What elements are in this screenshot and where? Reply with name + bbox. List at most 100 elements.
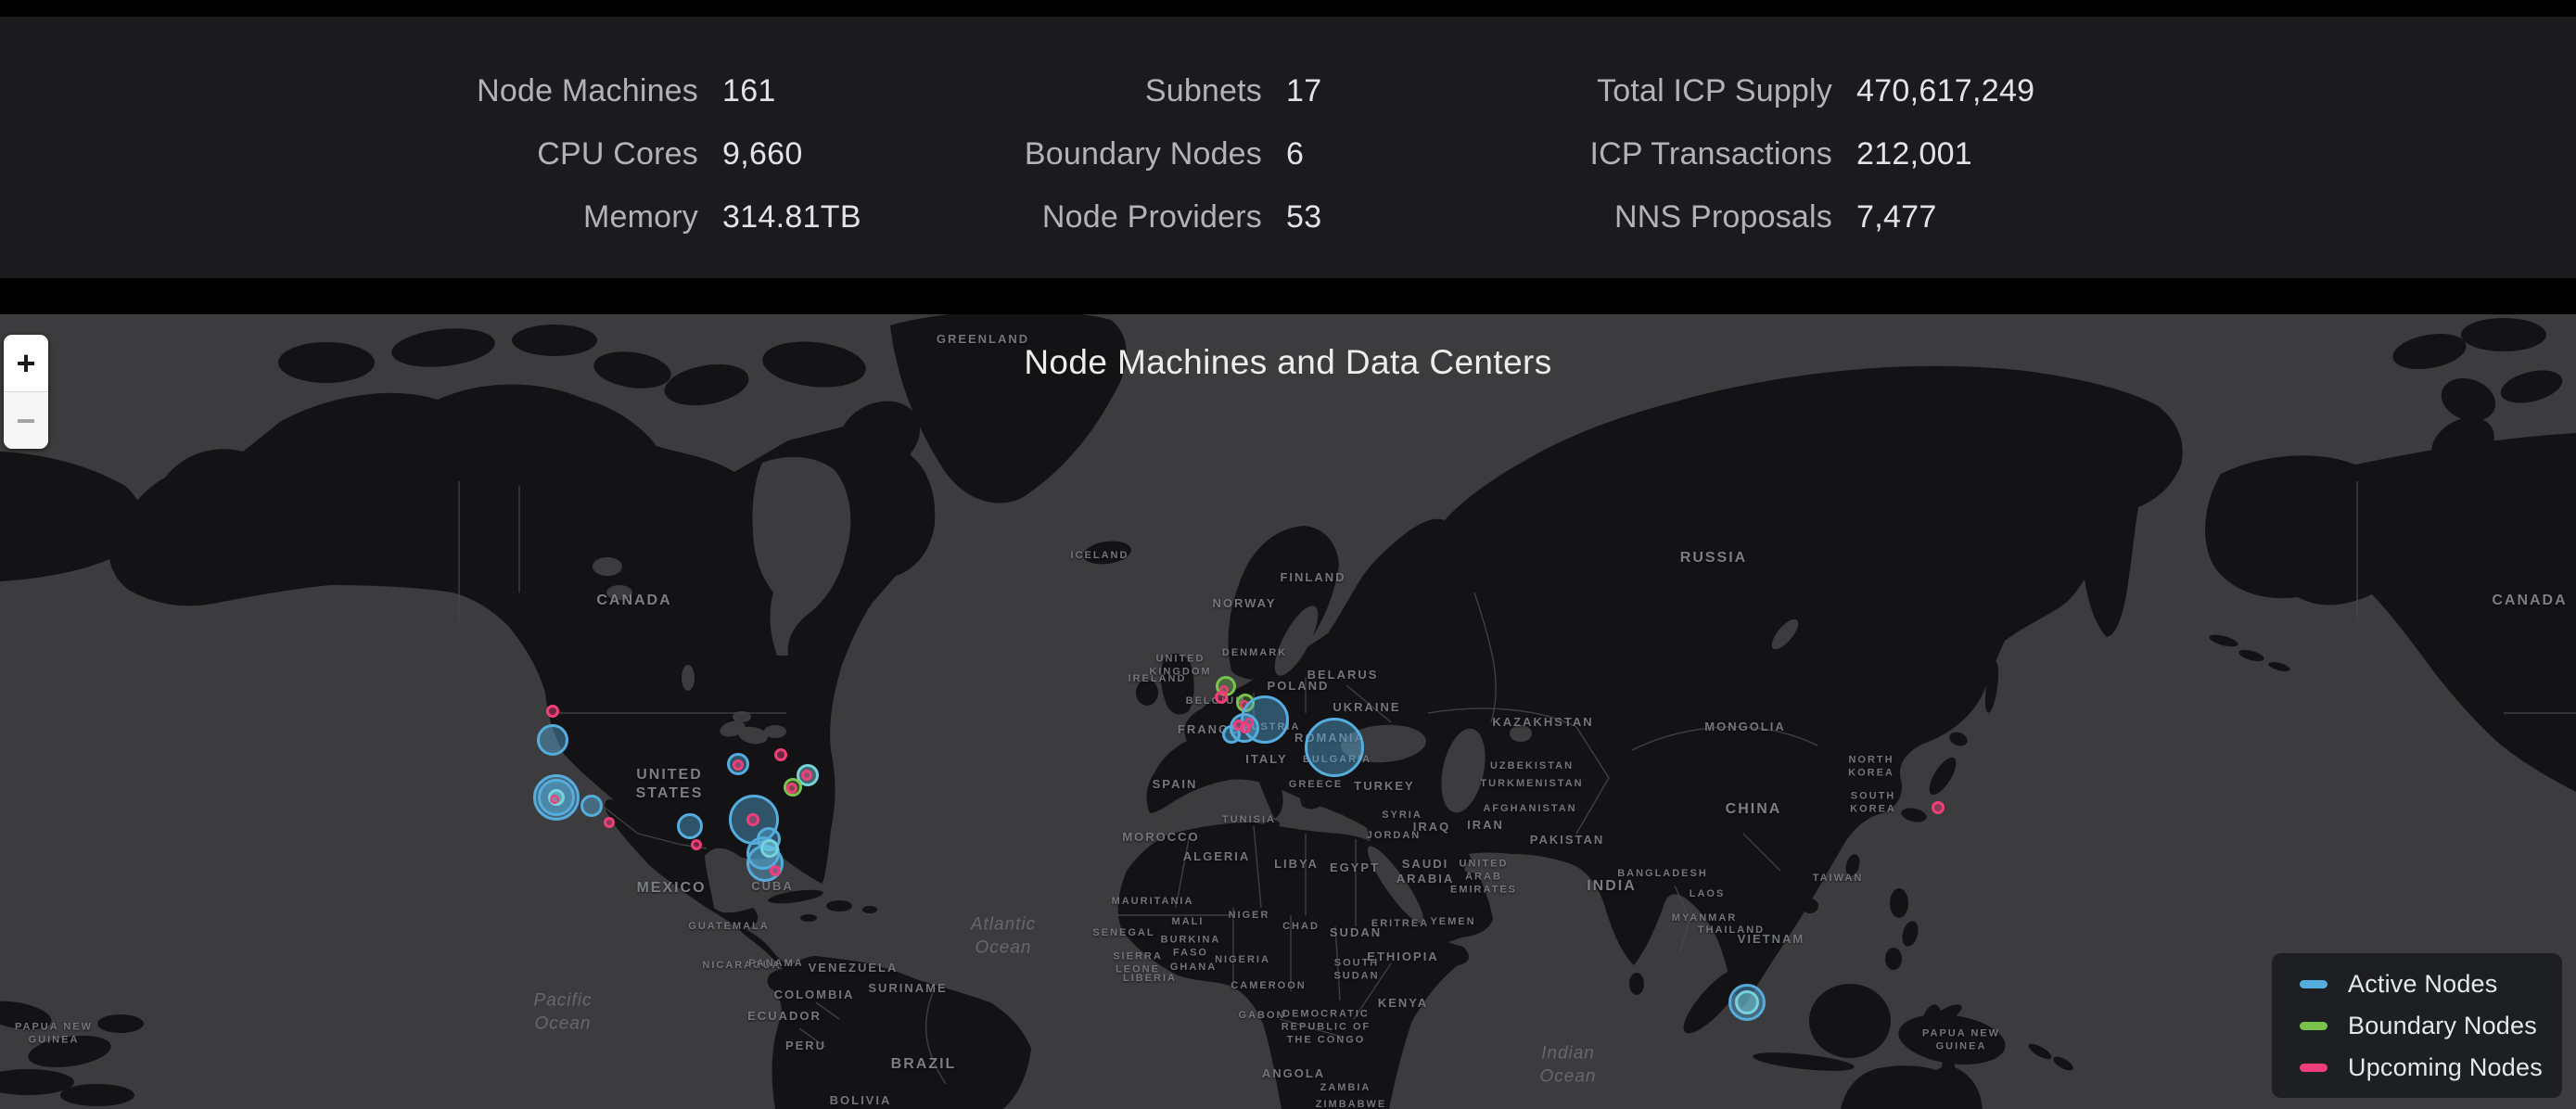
country-label: GABON (1239, 1010, 1286, 1023)
country-label: ZAMBIA (1320, 1082, 1371, 1095)
network-stats-panel: Node Machines 161 CPU Cores9,660Memory314.… (0, 17, 2576, 278)
world-map[interactable]: Node Machines and Data Centers + − GREEN… (0, 314, 2576, 1109)
upcoming-node-bubble[interactable] (733, 759, 744, 771)
stat-label: Subnets (798, 73, 1262, 109)
country-label: PAKISTAN (1530, 833, 1605, 848)
stat-label: ICP Transactions (1369, 136, 1832, 172)
country-label: CAMEROON (1231, 980, 1306, 993)
stat-label: Node Providers (798, 199, 1262, 236)
stat-value: 6 (1286, 136, 1304, 172)
stat-value: 161 (722, 73, 776, 109)
stat-label: Memory (235, 199, 698, 236)
country-label: FINLAND (1280, 570, 1345, 585)
active-node-bubble[interactable] (537, 724, 568, 756)
country-label: COLOMBIA (774, 988, 855, 1002)
country-label: TURKEY (1354, 779, 1414, 794)
country-label: ETHIOPIA (1367, 950, 1438, 964)
country-label: KENYA (1378, 996, 1428, 1011)
stat-value: 470,617,249 (1856, 73, 2034, 109)
stat-label: NNS Proposals (1369, 199, 1832, 236)
map-title: Node Machines and Data Centers (0, 343, 2576, 382)
country-label: ITALY (1245, 752, 1287, 767)
country-label: UNITED KINGDOM (1149, 653, 1211, 679)
upcoming-node-bubble[interactable] (1932, 801, 1945, 814)
country-label: GUATEMALA (688, 921, 769, 934)
upcoming-node-bubble[interactable] (1215, 691, 1228, 704)
country-label: BOLIVIA (830, 1093, 892, 1108)
country-label: KAZAKHSTAN (1492, 715, 1593, 730)
country-label: NIGER (1229, 910, 1270, 923)
zoom-in-button[interactable]: + (4, 335, 48, 391)
upcoming-node-bubble[interactable] (546, 705, 559, 718)
country-label: NORWAY (1212, 596, 1276, 611)
country-label: TURKMENISTAN (1480, 778, 1583, 791)
country-label: GHANA (1170, 962, 1217, 975)
upcoming-node-bubble[interactable] (770, 865, 781, 876)
country-label: RUSSIA (1680, 549, 1747, 567)
stat-row: NNS Proposals 7,477 (1369, 185, 2034, 249)
upcoming-node-bubble[interactable] (550, 795, 559, 804)
country-label: DENMARK (1222, 647, 1287, 660)
stat-value: 212,001 (1856, 136, 1972, 172)
light-node-bubble[interactable] (1735, 990, 1759, 1014)
stat-label: CPU Cores (235, 136, 698, 172)
country-label: GREECE (1289, 779, 1343, 792)
stat-label: Node Machines (235, 73, 698, 109)
stat-row: CPU Cores9,660 (235, 122, 861, 185)
stat-label: Total ICP Supply (1369, 73, 1832, 109)
country-label: MAURITANIA (1112, 896, 1194, 909)
country-label: JORDAN (1367, 830, 1421, 843)
stat-row: Node Providers53 (798, 185, 1321, 249)
country-label: NORTH KOREA (1848, 754, 1894, 780)
stat-row: ICP Transactions 212,001 (1369, 122, 2034, 185)
country-label: UZBEKISTAN (1490, 760, 1574, 773)
stat-row: Memory314.81TB (235, 185, 861, 249)
stats-column-machines: Node Machines 161 CPU Cores9,660Memory314.… (235, 59, 861, 249)
upcoming-node-bubble[interactable] (801, 770, 812, 781)
stat-value: 7,477 (1856, 199, 1937, 236)
country-label: BRAZIL (891, 1055, 957, 1074)
country-label: PAPUA NEW GUINEA (15, 1021, 93, 1047)
upcoming-node-bubble[interactable] (746, 813, 759, 826)
country-label: SPAIN (1153, 777, 1198, 792)
country-label: VENEZUELA (809, 961, 899, 975)
active-node-bubble[interactable] (1305, 718, 1364, 777)
legend-dash-icon (2300, 1064, 2327, 1072)
upcoming-node-bubble[interactable] (774, 748, 787, 761)
country-label: UKRAINE (1333, 700, 1400, 715)
country-label: CHAD (1282, 921, 1320, 934)
active-node-bubble[interactable] (677, 813, 703, 839)
legend-row: Boundary Nodes (2300, 1012, 2562, 1040)
stat-row: Boundary Nodes 6 (798, 122, 1321, 185)
ocean-label: Atlantic Ocean (971, 913, 1036, 959)
country-label: DEMOCRATIC REPUBLIC OF THE CONGO (1282, 1008, 1371, 1046)
zoom-out-button[interactable]: − (4, 391, 48, 449)
upcoming-node-bubble[interactable] (604, 817, 615, 828)
upcoming-node-bubble[interactable] (786, 783, 797, 794)
country-label: CANADA (2492, 592, 2567, 610)
active-node-bubble[interactable] (580, 795, 603, 817)
country-label: AFGHANISTAN (1483, 803, 1576, 816)
legend-label: Boundary Nodes (2348, 1012, 2537, 1040)
legend-row: Upcoming Nodes (2300, 1053, 2562, 1082)
legend-label: Upcoming Nodes (2348, 1053, 2543, 1082)
country-label: LAOS (1690, 888, 1726, 901)
stat-value: 17 (1286, 73, 1321, 109)
stats-column-icp: Total ICP Supply 470,617,249 ICP Transacti… (1369, 59, 2034, 249)
country-label: EGYPT (1330, 860, 1380, 875)
country-label: SENEGAL (1092, 927, 1154, 940)
country-label: BANGLADESH (1617, 868, 1708, 881)
stat-label: Boundary Nodes (798, 136, 1262, 172)
country-label: ECUADOR (747, 1009, 822, 1024)
country-label: CUBA (751, 879, 794, 894)
light-node-bubble[interactable] (760, 839, 779, 858)
country-label: MEXICO (636, 879, 706, 898)
country-label: ALGERIA (1183, 849, 1251, 864)
upcoming-node-bubble[interactable] (1244, 718, 1254, 727)
upcoming-node-bubble[interactable] (691, 839, 702, 850)
country-label: PANAMA (748, 958, 803, 971)
country-label: UNITED STATES (636, 766, 704, 803)
legend-dash-icon (2300, 980, 2327, 988)
country-label: BURKINA FASO (1161, 934, 1221, 960)
country-label: VIETNAM (1738, 932, 1805, 947)
